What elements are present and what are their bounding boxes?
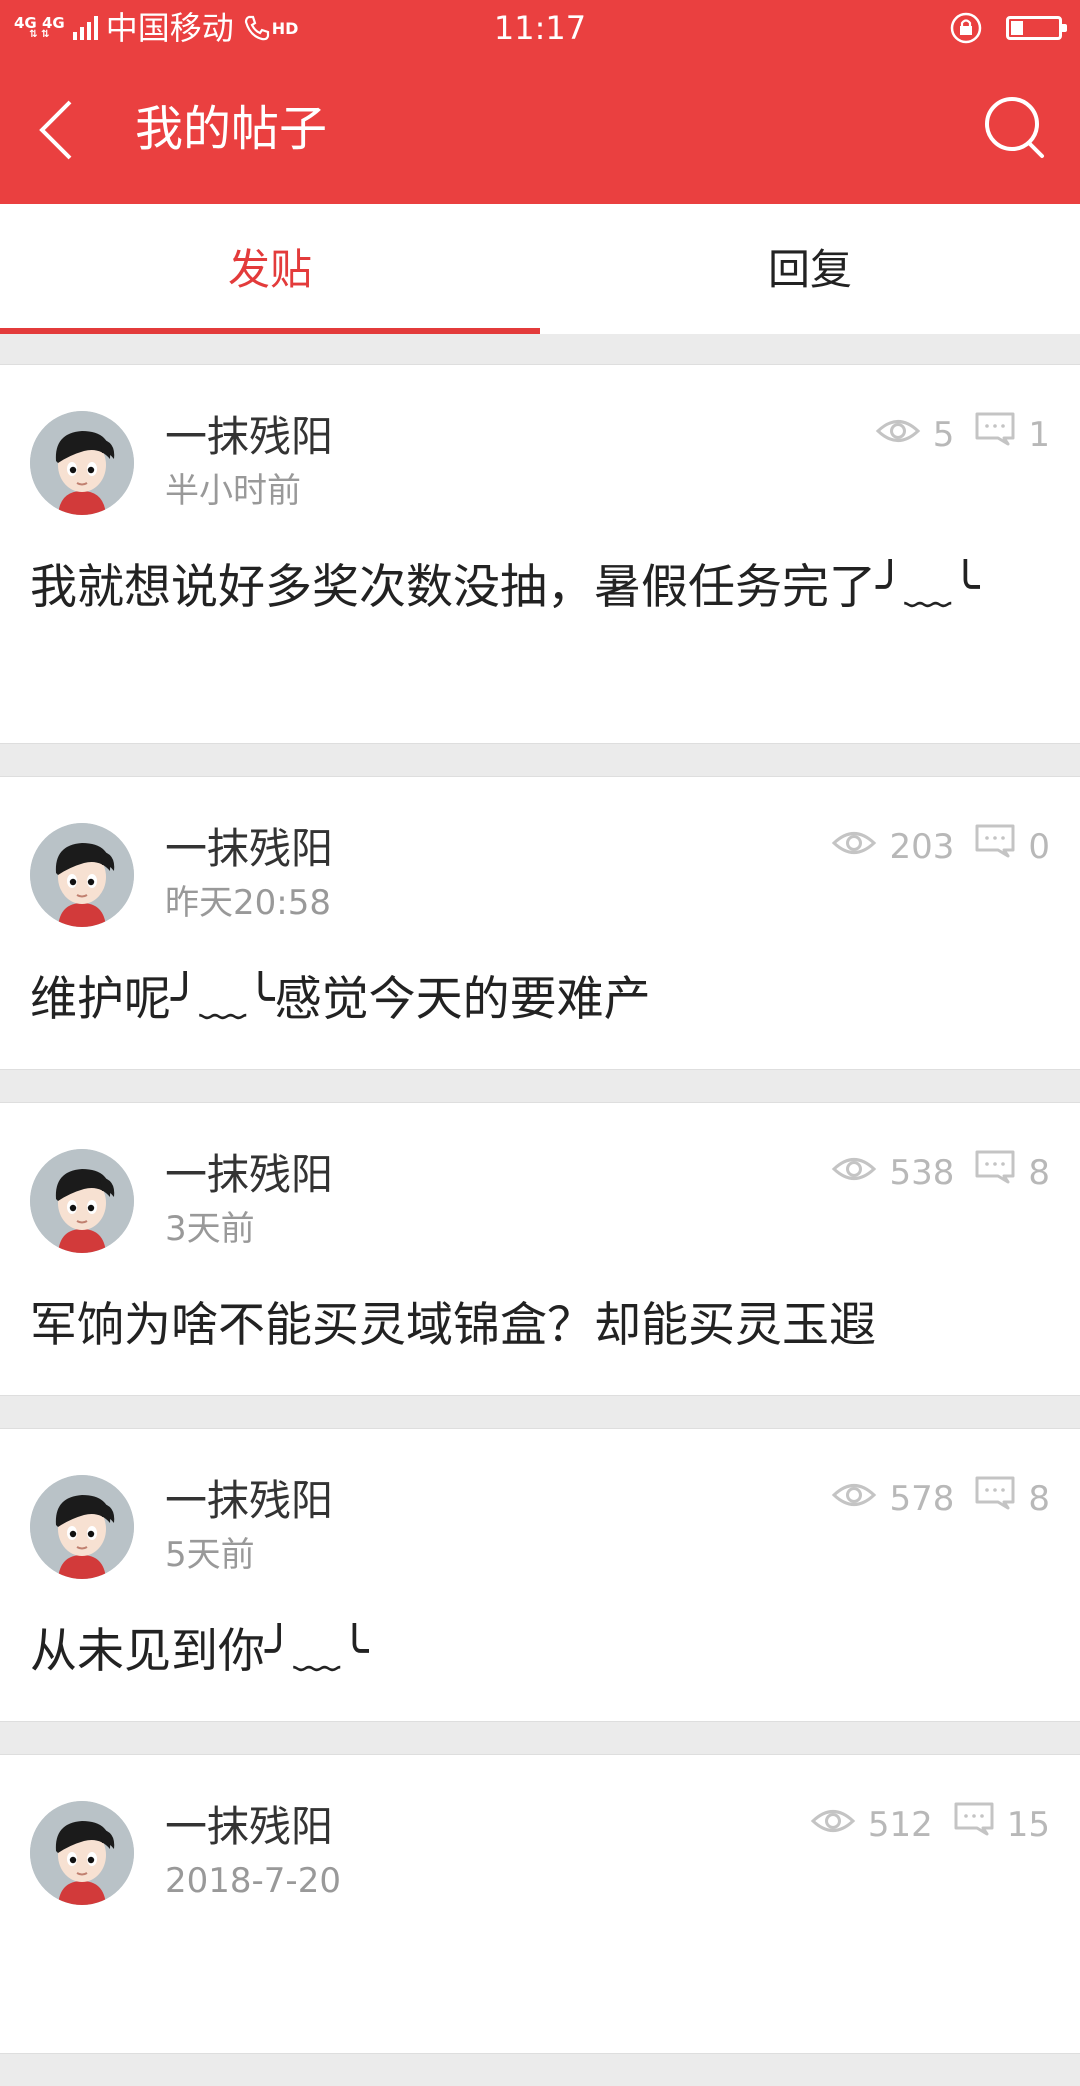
view-count: 578 — [889, 1479, 955, 1519]
post-card[interactable]: 一抹残阳 2018-7-20 512 15 — [0, 1754, 1080, 2054]
chevron-left-icon — [39, 100, 72, 160]
view-count: 538 — [889, 1153, 955, 1193]
tab-indicator — [0, 328, 540, 334]
avatar[interactable] — [30, 1801, 134, 1905]
comment-icon — [974, 823, 1016, 871]
view-count: 512 — [867, 1805, 933, 1845]
eye-icon — [810, 1802, 856, 1848]
nav-bar: 我的帖子 — [0, 56, 1080, 204]
comment-count: 8 — [1028, 1153, 1050, 1193]
post-author: 一抹残阳 — [165, 1476, 334, 1525]
post-content: 维护呢╯﹏╰感觉今天的要难产 — [30, 972, 651, 1027]
comment-count: 15 — [1006, 1805, 1050, 1845]
avatar[interactable] — [30, 823, 134, 927]
search-icon — [985, 97, 1044, 158]
post-author: 一抹残阳 — [165, 824, 334, 873]
post-time: 3天前 — [165, 1209, 255, 1249]
post-time: 昨天20:58 — [165, 883, 331, 923]
back-button[interactable] — [30, 94, 90, 166]
post-card[interactable]: 一抹残阳 半小时前 5 1 我就想说好多奖次数没抽，暑假任务完了╯﹏╰ — [0, 364, 1080, 744]
eye-icon — [831, 1476, 877, 1522]
post-time: 2018-7-20 — [165, 1861, 341, 1901]
eye-icon — [875, 412, 921, 458]
view-count: 203 — [889, 827, 955, 867]
tab-bar: 发贴 回复 — [0, 204, 1080, 334]
post-author: 一抹残阳 — [165, 1150, 334, 1199]
post-card[interactable]: 一抹残阳 5天前 578 8 从未见到你╯﹏╰ — [0, 1428, 1080, 1722]
status-right — [948, 10, 1067, 46]
tab-post[interactable]: 发贴 — [0, 204, 540, 334]
post-list: 一抹残阳 半小时前 5 1 我就想说好多奖次数没抽，暑假任务完了╯﹏╰ 一抹残阳… — [0, 364, 1080, 2086]
tab-reply[interactable]: 回复 — [540, 204, 1080, 334]
post-card[interactable]: 一抹残阳 昨天20:58 203 0 维护呢╯﹏╰感觉今天的要难产 — [0, 776, 1080, 1070]
comment-icon — [974, 411, 1016, 459]
post-author: 一抹残阳 — [165, 1802, 334, 1851]
rotation-lock-icon — [950, 12, 982, 44]
avatar[interactable] — [30, 1149, 134, 1253]
comment-count: 1 — [1028, 415, 1050, 455]
post-content: 我就想说好多奖次数没抽，暑假任务完了╯﹏╰ — [30, 560, 980, 615]
page-title: 我的帖子 — [135, 101, 328, 157]
post-stats: 5 1 — [875, 411, 1050, 459]
clock: 11:17 — [493, 9, 587, 47]
comment-icon — [974, 1149, 1016, 1197]
avatar[interactable] — [30, 411, 134, 515]
comment-icon — [953, 1801, 995, 1849]
eye-icon — [831, 824, 877, 870]
post-content: 军饷为啥不能买灵域锦盒？却能买灵玉遐 — [30, 1298, 876, 1353]
comment-icon — [974, 1475, 1016, 1523]
post-content: 从未见到你╯﹏╰ — [30, 1624, 369, 1679]
post-stats: 578 8 — [831, 1475, 1050, 1523]
post-author: 一抹残阳 — [165, 412, 334, 461]
post-time: 5天前 — [165, 1535, 255, 1575]
status-bar: 4G 4G ⇅ ⇅ 中国移动 HD 11:17 — [0, 0, 1080, 56]
post-card[interactable]: 一抹残阳 3天前 538 8 军饷为啥不能买灵域锦盒？却能买灵玉遐 — [0, 1102, 1080, 1396]
post-time: 半小时前 — [165, 471, 301, 511]
avatar[interactable] — [30, 1475, 134, 1579]
comment-count: 0 — [1028, 827, 1050, 867]
post-stats: 538 8 — [831, 1149, 1050, 1197]
eye-icon — [831, 1150, 877, 1196]
battery-icon — [1006, 16, 1067, 40]
post-stats: 512 15 — [810, 1801, 1050, 1849]
post-stats: 203 0 — [831, 823, 1050, 871]
comment-count: 8 — [1028, 1479, 1050, 1519]
view-count: 5 — [932, 415, 955, 455]
search-button[interactable] — [980, 92, 1050, 164]
